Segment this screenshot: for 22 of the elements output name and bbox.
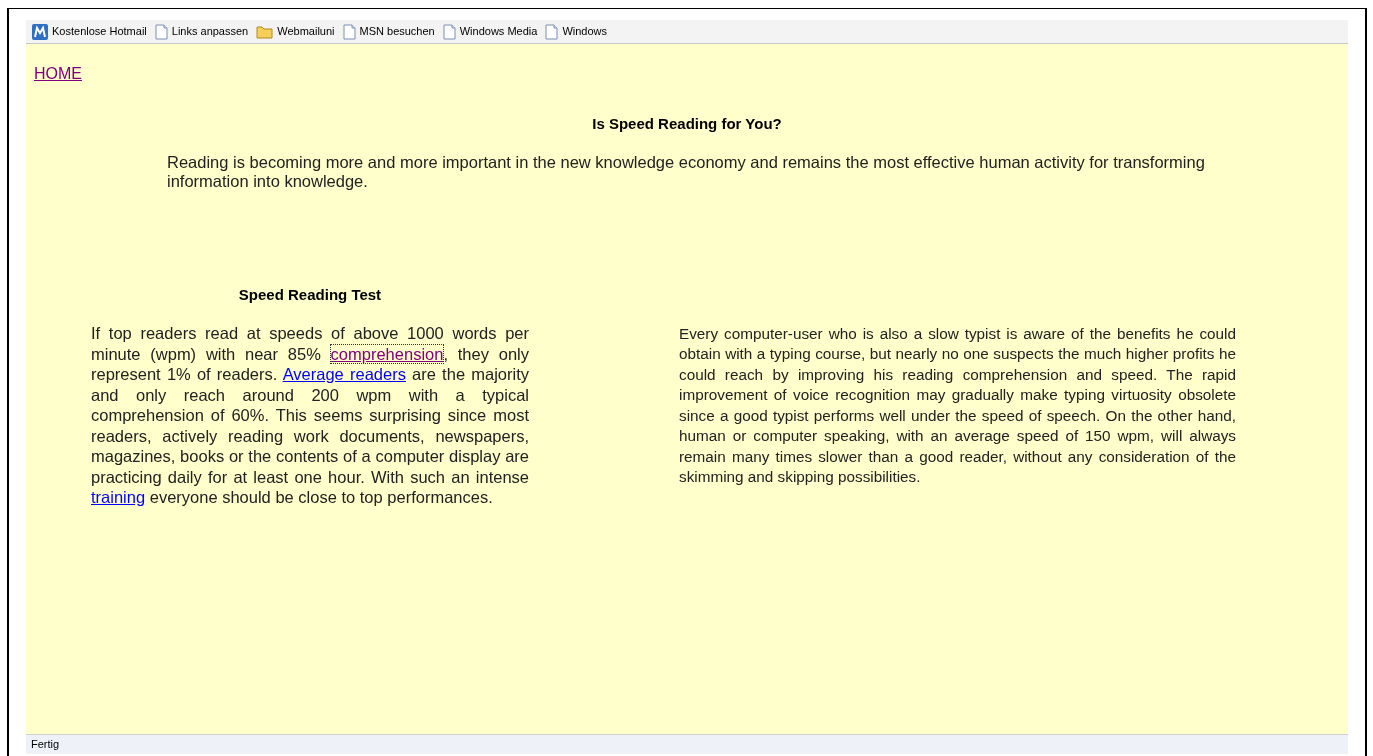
bookmark-link[interactable]: Links anpassen <box>154 23 249 40</box>
bookmark-link[interactable]: MSN besuchen <box>342 23 435 40</box>
folder-icon <box>256 24 274 39</box>
bookmark-link[interactable]: Windows Media <box>442 23 538 40</box>
page-icon <box>154 23 168 40</box>
home-link[interactable]: HOME <box>34 65 82 82</box>
text-link[interactable]: comprehension <box>330 344 444 363</box>
page-icon <box>442 23 456 40</box>
bookmark-link[interactable]: Kostenlose Hotmail <box>32 23 147 40</box>
page-icon <box>342 23 356 40</box>
text-link[interactable]: training <box>91 488 146 506</box>
text-link[interactable]: Average readers <box>282 365 406 383</box>
msn-icon <box>32 23 48 40</box>
page-title: Is Speed Reading for You? <box>592 114 782 134</box>
intro-paragraph: Reading is becoming more and more important in the new knowledge economy and remains the most effective human activity for transforming information into knowledge. <box>167 152 1206 191</box>
body-paragraph: Every computer-user who is also a slow typist is aware of the benefits he could obtain with a typing course, but nearly no one suspects the much higher profits he could reach by improving his reading comprehension and speed. The rapid improvement of voice recognition may gradually make typing virtuosity obsolete since a good typist performs well under the speed of speech. On the other hand, human or computer speaking, with an average speed of 150 wpm, will always remain many times slower than a good reader, without any consideration of the skimming and skipping possibilities. <box>679 323 1236 487</box>
bookmark-link[interactable]: Windows <box>545 23 607 40</box>
section-heading: Speed Reading Test <box>238 284 382 305</box>
body-paragraph: If top readers read at speeds of above 1000 words per minute (wpm) with near 85% comprehension, they only represent 1% of readers. Average readers are the majority and only reach around 200 wpm with a typical comprehension of 60%. This seems surprising since most readers, actively reading work documents, newspapers, magazines, books or the contents of a computer display are practicing daily for at least one hour. With such an intense training everyone should be close to top performances. <box>91 323 529 508</box>
status-text: Fertig <box>31 737 60 753</box>
page-icon <box>545 23 559 40</box>
bookmark-link[interactable]: Webmailuni <box>256 23 335 40</box>
